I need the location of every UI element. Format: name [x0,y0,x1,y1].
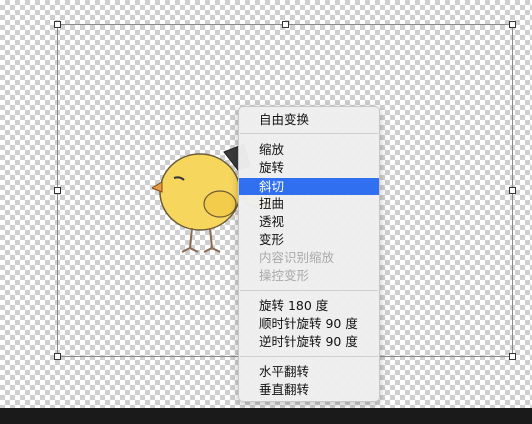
chick-leg-left [189,227,193,249]
transform-handle-top-center[interactable] [282,21,289,28]
menu-item-rotate[interactable]: 旋转 [239,159,379,176]
transform-handle-top-left[interactable] [54,21,61,28]
menu-separator [240,356,378,357]
menu-item-rotate-90-cw[interactable]: 顺时针旋转 90 度 [239,315,379,332]
chick-wing [203,190,237,218]
menu-item-scale[interactable]: 缩放 [239,141,379,158]
chick-leg-right [209,227,213,249]
menu-item-skew[interactable]: 斜切 [239,178,379,195]
transform-context-menu: 自由变换 缩放 旋转 斜切 扭曲 透视 变形 内容识别缩放 操控变形 旋转 18… [238,106,380,402]
transform-handle-middle-left[interactable] [54,187,61,194]
transform-handle-bottom-right[interactable] [509,353,516,360]
menu-item-warp[interactable]: 变形 [239,231,379,248]
menu-item-rotate-90-ccw[interactable]: 逆时针旋转 90 度 [239,333,379,350]
transform-handle-top-right[interactable] [509,21,516,28]
bottom-bar [0,408,532,424]
menu-item-flip-horizontal[interactable]: 水平翻转 [239,363,379,380]
menu-item-free-transform[interactable]: 自由变换 [239,111,379,128]
menu-item-content-aware-scale: 内容识别缩放 [259,250,335,265]
transform-handle-middle-right[interactable] [509,187,516,194]
menu-item-distort[interactable]: 扭曲 [239,195,379,212]
menu-separator [240,290,378,291]
menu-item-puppet-warp: 操控变形 [259,268,310,283]
menu-separator [240,133,378,134]
menu-item-perspective[interactable]: 透视 [239,213,379,230]
transform-handle-bottom-left[interactable] [54,353,61,360]
chick-body [159,153,241,231]
chick-foot-left [181,246,199,253]
menu-item-rotate-180[interactable]: 旋转 180 度 [239,297,379,314]
chick-foot-right [203,246,221,253]
menu-item-flip-vertical[interactable]: 垂直翻转 [239,381,379,398]
chick-beak [152,181,163,193]
